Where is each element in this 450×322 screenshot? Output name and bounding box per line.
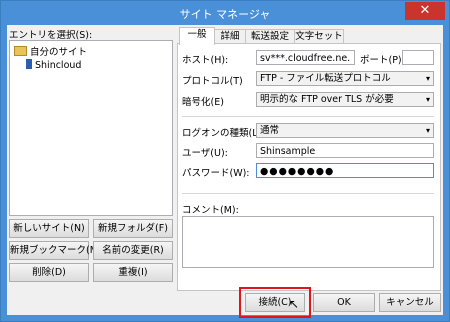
encryption-value: 明示的な FTP over TLS が必要 [260,94,394,105]
new-site-button[interactable]: 新しいサイト(N) [9,219,89,238]
divider [182,193,434,194]
rename-button[interactable]: 名前の変更(R) [93,241,173,260]
host-label: ホスト(H): [182,55,229,66]
chevron-down-icon: ▾ [425,126,430,135]
divider [182,116,434,117]
chevron-down-icon: ▾ [425,95,430,104]
tree-item-label: Shincloud [35,60,82,71]
tree-item-shincloud[interactable]: Shincloud [26,59,81,71]
password-input[interactable]: ●●●●●●●● [256,163,434,178]
port-input[interactable] [402,50,434,65]
logon-type-select[interactable]: 通常 ▾ [256,123,434,138]
password-label: パスワード(W): [182,168,250,179]
user-label: ユーザ(U): [182,148,228,159]
ok-button[interactable]: OK [313,293,375,312]
tree-item-label: 自分のサイト [30,47,88,58]
encryption-select[interactable]: 明示的な FTP over TLS が必要 ▾ [256,92,434,107]
protocol-select[interactable]: FTP - ファイル転送プロトコル ▾ [256,71,434,86]
folder-icon [14,46,27,56]
highlight-box [239,287,311,318]
comment-label: コメント(M): [182,205,239,216]
tab-transfer-settings[interactable]: 転送設定 [245,29,295,44]
title-bar[interactable]: サイト マネージャ ✕ [1,1,449,25]
site-manager-window: サイト マネージャ ✕ エントリを選択(S): 自分のサイト Shincloud… [0,0,450,322]
new-folder-button[interactable]: 新規フォルダ(F) [93,219,173,238]
duplicate-button[interactable]: 重複(I) [93,263,173,282]
protocol-label: プロトコル(T) [182,76,243,87]
new-bookmark-button[interactable]: 新規ブックマーク(M) [9,241,102,260]
dialog-body: エントリを選択(S): 自分のサイト Shincloud 新しいサイト(N) 新… [7,25,443,318]
chevron-down-icon: ▾ [425,74,430,83]
logon-type-label: ログオンの種類(L): [182,128,265,139]
entry-select-label: エントリを選択(S): [9,30,93,41]
logon-type-value: 通常 [260,125,280,136]
tree-item-my-sites[interactable]: 自分のサイト [14,44,87,58]
site-tree[interactable]: 自分のサイト Shincloud [9,40,173,216]
tab-general[interactable]: 一般 [179,27,215,45]
comment-textarea[interactable] [182,216,434,268]
delete-button[interactable]: 削除(D) [9,263,89,282]
tab-advanced[interactable]: 詳細 [214,29,246,44]
tab-charset[interactable]: 文字セット [294,29,344,44]
protocol-value: FTP - ファイル転送プロトコル [260,73,391,84]
encryption-label: 暗号化(E) [182,97,224,108]
general-panel: ホスト(H): sv***.cloudfree.ne. ポート(P): プロトコ… [177,43,441,291]
close-button[interactable]: ✕ [405,2,445,20]
cancel-button[interactable]: キャンセル [379,293,441,312]
mouse-cursor-icon: ↖ [289,297,300,311]
server-icon [26,59,32,69]
host-input[interactable]: sv***.cloudfree.ne. [256,50,355,65]
port-label: ポート(P): [360,55,405,66]
window-title: サイト マネージャ [179,8,271,21]
user-input[interactable]: Shinsample [256,143,434,158]
